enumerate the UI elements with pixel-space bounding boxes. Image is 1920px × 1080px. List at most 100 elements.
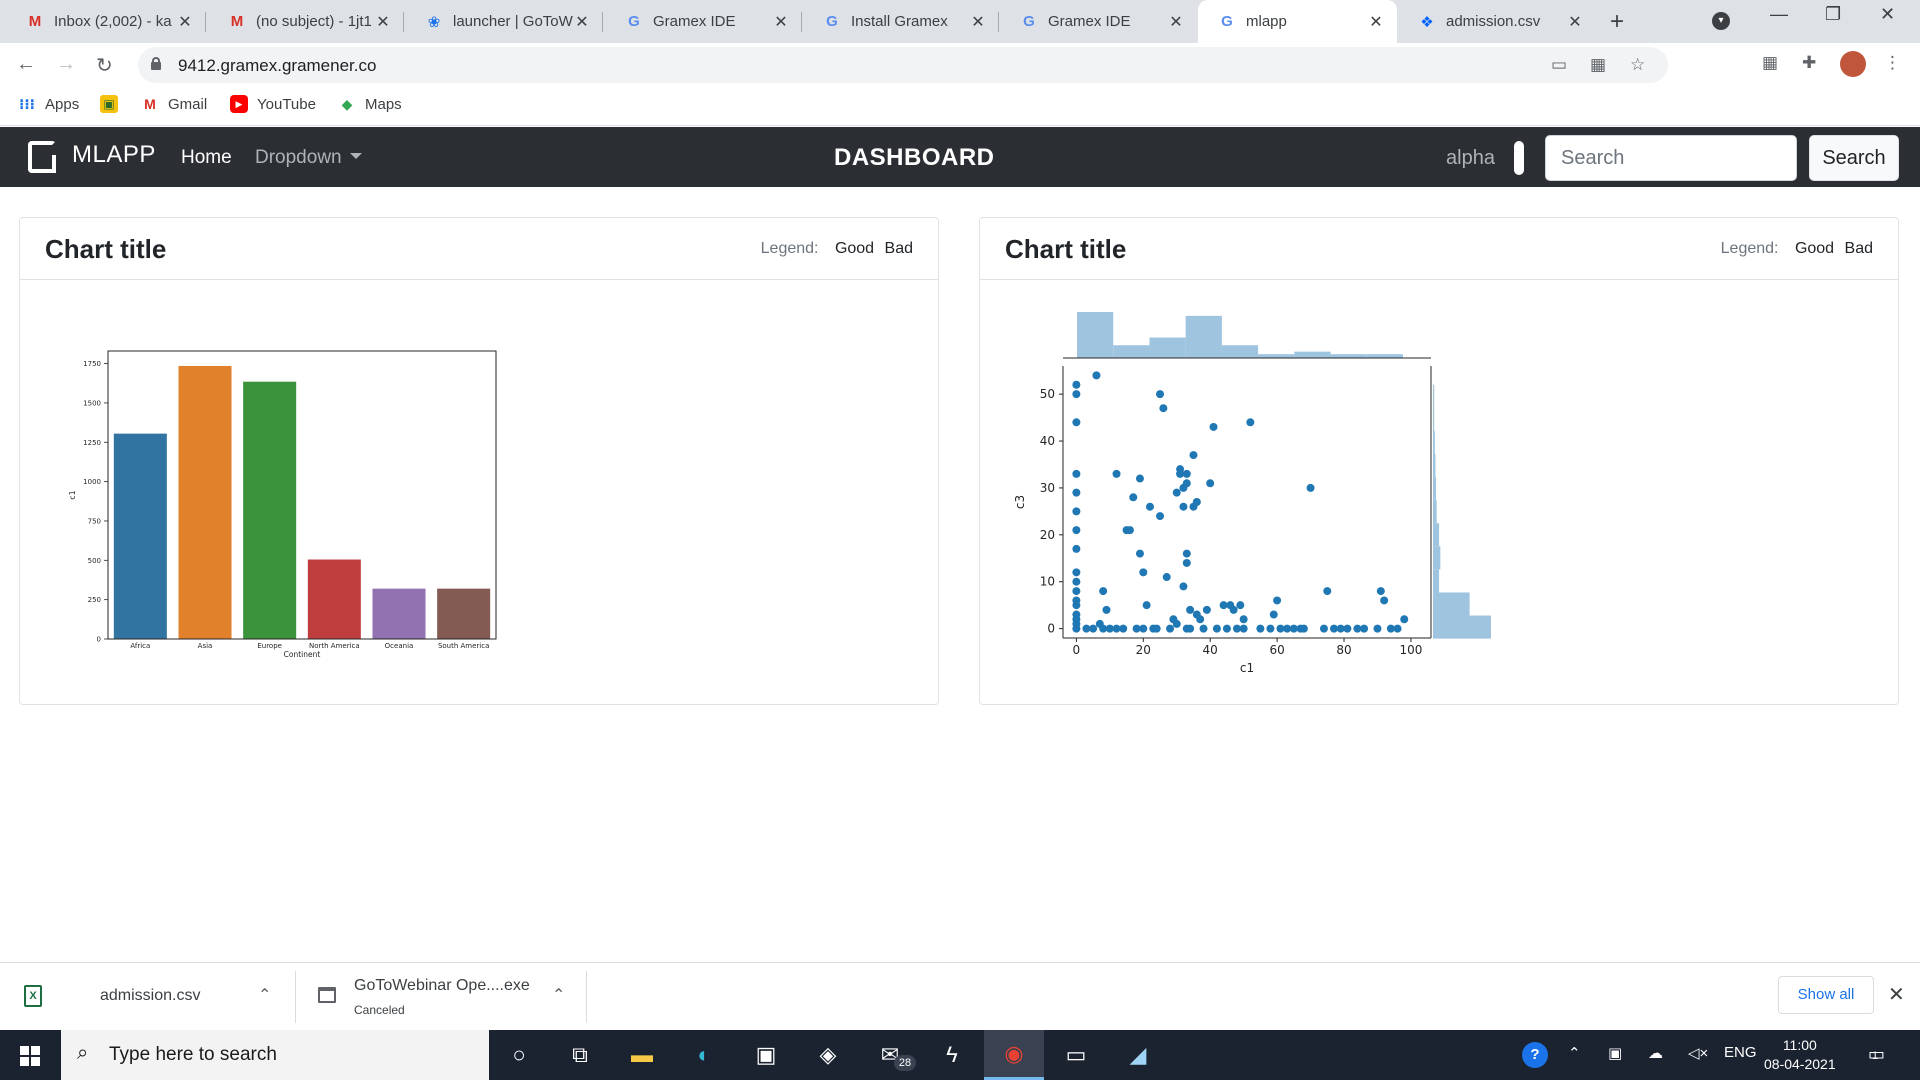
bookmark-folder[interactable]: ▣: [100, 95, 127, 113]
forward-icon[interactable]: →: [56, 53, 76, 76]
url-text: 9412.gramex.gramener.co: [178, 56, 377, 75]
puzzle-icon[interactable]: ✚: [1802, 53, 1816, 73]
close-tab-icon[interactable]: ✕: [772, 12, 790, 32]
browser-tab[interactable]: G Gramex IDE ✕: [605, 0, 802, 43]
scatter-point: [1323, 587, 1332, 596]
qr-code-icon[interactable]: ▦: [1590, 55, 1606, 75]
file-explorer-icon[interactable]: ▬: [612, 1030, 672, 1080]
legend-label: Legend:: [760, 240, 819, 257]
back-icon[interactable]: ←: [16, 53, 36, 76]
lock-icon[interactable]: [151, 57, 161, 70]
download-status: Canceled: [354, 1003, 405, 1017]
dropbox-icon[interactable]: ◈: [798, 1030, 858, 1080]
network-icon[interactable]: ☁: [1648, 1044, 1663, 1062]
legend-item-good[interactable]: Good: [1795, 240, 1834, 257]
search-button[interactable]: Search: [1809, 135, 1899, 181]
browser-tab[interactable]: G Install Gramex ✕: [803, 0, 999, 43]
scatter-point: [1072, 577, 1081, 586]
edge-icon[interactable]: ◐: [674, 1030, 734, 1080]
scatter-point: [1306, 483, 1315, 492]
theme-toggle[interactable]: [1514, 141, 1524, 175]
close-downloads-icon[interactable]: ✕: [1888, 982, 1905, 1007]
close-window-icon[interactable]: ✕: [1880, 4, 1895, 25]
brand-name[interactable]: MLAPP: [72, 141, 156, 169]
close-tab-icon[interactable]: ✕: [969, 12, 987, 32]
close-tab-icon[interactable]: ✕: [1566, 12, 1584, 32]
extensions-grid-icon[interactable]: ▦: [1762, 53, 1778, 73]
language-indicator[interactable]: ENG: [1724, 1044, 1757, 1061]
browser-tab[interactable]: M Inbox (2,002) - ka ✕: [6, 0, 206, 43]
legend: Legend: Good Bad: [1721, 240, 1873, 258]
gramex-logo-icon[interactable]: [28, 141, 56, 173]
browser-tab[interactable]: ❀ launcher | GoToW ✕: [405, 0, 603, 43]
scatter-point: [1192, 498, 1201, 506]
legend-item-bad[interactable]: Bad: [1845, 240, 1873, 257]
new-tab-button[interactable]: +: [1610, 8, 1624, 36]
marginal-y-bar: [1433, 453, 1436, 478]
gotowebinar-icon: ❀: [427, 13, 441, 31]
meet-now-icon[interactable]: ▣: [1608, 1044, 1622, 1062]
cast-icon[interactable]: ▭: [1551, 55, 1567, 75]
speaker-muted-icon[interactable]: ◁×: [1688, 1044, 1708, 1062]
scatter-point: [1182, 479, 1191, 488]
profile-avatar[interactable]: [1840, 51, 1866, 77]
legend-item-good[interactable]: Good: [835, 240, 874, 257]
bookmark-star-icon[interactable]: ☆: [1630, 55, 1645, 75]
x-tick-label: 40: [1203, 643, 1218, 657]
bookmark-youtube[interactable]: ▶ YouTube: [230, 95, 316, 113]
scatter-point: [1072, 624, 1081, 633]
nav-home[interactable]: Home: [181, 147, 232, 169]
card-header: Chart title Legend: Good Bad: [980, 218, 1898, 280]
cortana-icon[interactable]: ○: [489, 1030, 549, 1080]
taskbar-search[interactable]: ⌕ Type here to search: [61, 1030, 489, 1080]
nav-dropdown[interactable]: Dropdown: [255, 147, 362, 169]
chevron-up-icon[interactable]: ⌃: [552, 985, 565, 1005]
taskbar-search-placeholder: Type here to search: [109, 1044, 277, 1065]
help-icon[interactable]: ?: [1522, 1042, 1548, 1068]
search-input[interactable]: [1545, 135, 1797, 181]
address-bar[interactable]: 9412.gramex.gramener.co ☆ ▦ ▭: [138, 47, 1668, 83]
clock[interactable]: 11:00 08-04-2021: [1764, 1036, 1836, 1074]
bookmark-maps[interactable]: ◆ Maps: [338, 95, 402, 113]
browser-tab[interactable]: G Gramex IDE ✕: [1000, 0, 1197, 43]
chrome-icon[interactable]: ◉: [984, 1030, 1044, 1080]
bookmark-apps[interactable]: ⁝⁝⁝ Apps: [18, 95, 79, 113]
restore-icon[interactable]: ❐: [1825, 4, 1841, 25]
scatter-point: [1236, 601, 1245, 610]
notifications-icon[interactable]: ▭1: [1868, 1044, 1891, 1065]
minimize-icon[interactable]: —: [1770, 4, 1788, 25]
tab-search-icon[interactable]: ▾: [1712, 12, 1730, 30]
chevron-up-icon[interactable]: ⌃: [1568, 1044, 1581, 1062]
show-all-button[interactable]: Show all: [1778, 976, 1874, 1014]
task-view-icon[interactable]: ⧉: [550, 1030, 610, 1080]
browser-tab-strip: M Inbox (2,002) - ka ✕ M (no subject) - 1jt1…: [0, 0, 1920, 43]
bookmark-gmail[interactable]: M Gmail: [141, 95, 207, 113]
download-item[interactable]: X admission.csv ⌃: [0, 963, 295, 1031]
gmail-icon: M: [28, 13, 42, 30]
menu-icon[interactable]: ⋮: [1884, 53, 1901, 73]
notepad-icon[interactable]: ◢: [1108, 1030, 1168, 1080]
chevron-up-icon[interactable]: ⌃: [258, 985, 271, 1005]
legend-item-bad[interactable]: Bad: [885, 240, 913, 257]
close-tab-icon[interactable]: ✕: [374, 12, 392, 32]
terminal-icon[interactable]: ▭: [1046, 1030, 1106, 1080]
windows-start-icon[interactable]: [20, 1046, 40, 1066]
scatter-chart: 0 20 40 60 80 100 0 10 20 30 40 50 c1 c3: [1013, 312, 1491, 675]
download-item[interactable]: GoToWebinar Ope....exe Canceled ⌃: [296, 963, 586, 1031]
close-tab-icon[interactable]: ✕: [1167, 12, 1185, 32]
reload-icon[interactable]: ↻: [96, 53, 113, 78]
close-tab-icon[interactable]: ✕: [573, 12, 591, 32]
close-tab-icon[interactable]: ✕: [176, 12, 194, 32]
mail-icon[interactable]: ✉ 28: [860, 1030, 920, 1080]
notification-count: 1: [1872, 1050, 1879, 1062]
scatter-point: [1246, 418, 1255, 427]
scatter-point: [1212, 624, 1221, 633]
browser-tab[interactable]: ❖ admission.csv ✕: [1398, 0, 1596, 43]
browser-tab[interactable]: M (no subject) - 1jt1 ✕: [208, 0, 404, 43]
download-name: admission.csv: [100, 987, 201, 1004]
x-axis-label: c1: [1240, 661, 1254, 675]
close-tab-icon[interactable]: ✕: [1367, 12, 1385, 32]
browser-tab[interactable]: Gmlapp ✕: [1198, 0, 1397, 43]
store-icon[interactable]: ▣: [736, 1030, 796, 1080]
app-icon[interactable]: ϟ: [922, 1030, 982, 1080]
